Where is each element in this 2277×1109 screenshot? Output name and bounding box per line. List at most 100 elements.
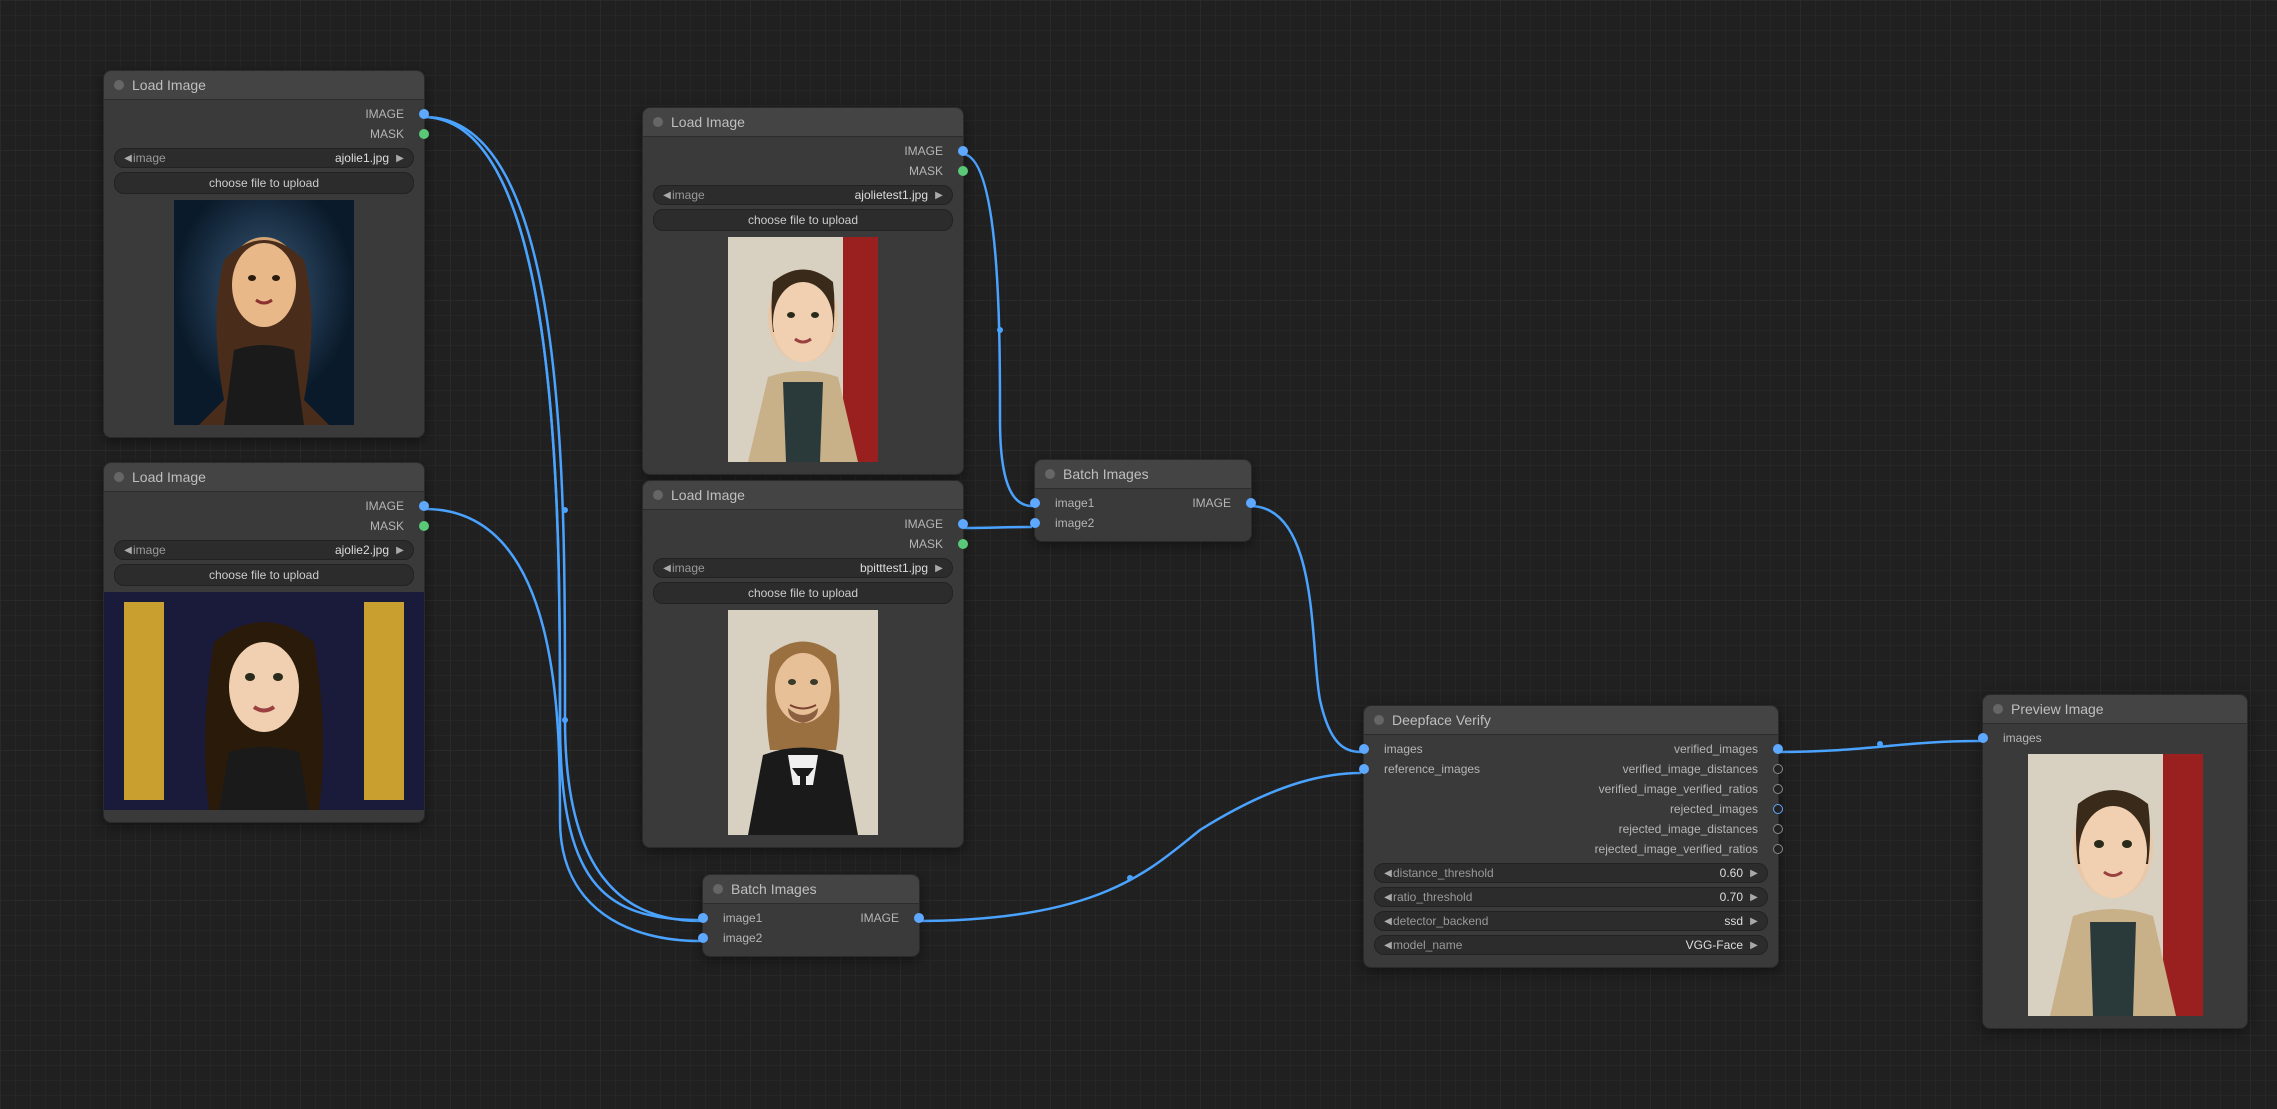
output-slot-rejected-images[interactable] — [1773, 804, 1783, 814]
input-label-images: images — [1374, 742, 1423, 756]
upload-button[interactable]: choose file to upload — [114, 564, 414, 586]
node-load-image-2[interactable]: Load Image IMAGE MASK ◀ image ajolie2.jp… — [103, 462, 425, 823]
chevron-right-icon: ▶ — [1749, 916, 1759, 927]
output-slot-verified-ratios[interactable] — [1773, 784, 1783, 794]
output-slot-image[interactable] — [1246, 498, 1256, 508]
collapse-icon[interactable] — [114, 472, 124, 482]
node-header[interactable]: Load Image — [104, 463, 424, 492]
output-slot-image[interactable] — [419, 109, 429, 119]
widget-value: ssd — [1494, 914, 1743, 928]
output-slot-image[interactable] — [419, 501, 429, 511]
chevron-right-icon: ▶ — [1749, 940, 1759, 951]
ratio-threshold-widget[interactable]: ◀ ratio_threshold 0.70 ▶ — [1374, 887, 1768, 907]
input-slot-reference-images[interactable] — [1359, 764, 1369, 774]
output-slot-mask[interactable] — [419, 521, 429, 531]
widget-value: ajolie2.jpg — [172, 543, 389, 557]
output-slot-image[interactable] — [958, 519, 968, 529]
input-slot-image1[interactable] — [1030, 498, 1040, 508]
chevron-right-icon: ▶ — [934, 563, 944, 574]
node-header[interactable]: Batch Images — [703, 875, 919, 904]
image-preview — [104, 592, 424, 810]
node-title: Load Image — [671, 114, 745, 130]
node-batch-images-2[interactable]: Batch Images image1 IMAGE image2 — [702, 874, 920, 957]
collapse-icon[interactable] — [713, 884, 723, 894]
output-slot-mask[interactable] — [958, 166, 968, 176]
node-batch-images-1[interactable]: Batch Images image1 IMAGE image2 — [1034, 459, 1252, 542]
chevron-left-icon: ◀ — [123, 153, 133, 164]
input-label-image1: image1 — [713, 911, 860, 925]
image-file-combo[interactable]: ◀ image ajolie1.jpg ▶ — [114, 148, 414, 168]
distance-threshold-widget[interactable]: ◀ distance_threshold 0.60 ▶ — [1374, 863, 1768, 883]
chevron-right-icon: ▶ — [934, 190, 944, 201]
chevron-right-icon: ▶ — [395, 545, 405, 556]
collapse-icon[interactable] — [114, 80, 124, 90]
node-graph-canvas[interactable]: Load Image IMAGE MASK ◀ image ajolie1.jp… — [0, 0, 2277, 1109]
chevron-left-icon: ◀ — [662, 190, 672, 201]
collapse-icon[interactable] — [653, 117, 663, 127]
upload-button[interactable]: choose file to upload — [653, 209, 953, 231]
node-header[interactable]: Load Image — [643, 108, 963, 137]
output-label-verified-ratios: verified_image_verified_ratios — [1374, 782, 1768, 796]
widget-name: ratio_threshold — [1393, 890, 1472, 904]
output-label-image: IMAGE — [860, 911, 909, 925]
output-label-verified-images: verified_images — [1423, 742, 1768, 756]
output-label-image: IMAGE — [653, 517, 953, 531]
node-header[interactable]: Deepface Verify — [1364, 706, 1778, 735]
input-slot-image1[interactable] — [698, 913, 708, 923]
detector-backend-widget[interactable]: ◀ detector_backend ssd ▶ — [1374, 911, 1768, 931]
node-deepface-verify[interactable]: Deepface Verify images verified_images r… — [1363, 705, 1779, 968]
output-slot-mask[interactable] — [419, 129, 429, 139]
output-slot-rejected-ratios[interactable] — [1773, 844, 1783, 854]
node-load-image-4[interactable]: Load Image IMAGE MASK ◀ image bpitttest1… — [642, 480, 964, 848]
widget-name: model_name — [1393, 938, 1462, 952]
widget-name: image — [133, 543, 166, 557]
image-preview — [643, 610, 963, 835]
output-slot-image[interactable] — [958, 146, 968, 156]
chevron-right-icon: ▶ — [395, 153, 405, 164]
widget-name: image — [133, 151, 166, 165]
image-file-combo[interactable]: ◀ image ajolie2.jpg ▶ — [114, 540, 414, 560]
input-slot-image2[interactable] — [1030, 518, 1040, 528]
output-label-mask: MASK — [653, 537, 953, 551]
node-header[interactable]: Batch Images — [1035, 460, 1251, 489]
node-header[interactable]: Preview Image — [1983, 695, 2247, 724]
collapse-icon[interactable] — [1993, 704, 2003, 714]
node-header[interactable]: Load Image — [643, 481, 963, 510]
model-name-widget[interactable]: ◀ model_name VGG-Face ▶ — [1374, 935, 1768, 955]
output-label-mask: MASK — [653, 164, 953, 178]
output-slot-mask[interactable] — [958, 539, 968, 549]
input-slot-images[interactable] — [1359, 744, 1369, 754]
output-slot-image[interactable] — [914, 913, 924, 923]
widget-value: bpitttest1.jpg — [711, 561, 928, 575]
output-label-image: IMAGE — [653, 144, 953, 158]
output-slot-verified-images[interactable] — [1773, 744, 1783, 754]
collapse-icon[interactable] — [1045, 469, 1055, 479]
image-file-combo[interactable]: ◀ image bpitttest1.jpg ▶ — [653, 558, 953, 578]
upload-button[interactable]: choose file to upload — [114, 172, 414, 194]
chevron-left-icon: ◀ — [662, 563, 672, 574]
collapse-icon[interactable] — [1374, 715, 1384, 725]
widget-name: detector_backend — [1393, 914, 1488, 928]
input-label-image2: image2 — [1045, 516, 1241, 530]
output-slot-verified-distances[interactable] — [1773, 764, 1783, 774]
input-slot-image2[interactable] — [698, 933, 708, 943]
output-slot-rejected-distances[interactable] — [1773, 824, 1783, 834]
collapse-icon[interactable] — [653, 490, 663, 500]
chevron-left-icon: ◀ — [123, 545, 133, 556]
node-preview-image[interactable]: Preview Image images — [1982, 694, 2248, 1029]
node-header[interactable]: Load Image — [104, 71, 424, 100]
widget-value: ajolie1.jpg — [172, 151, 389, 165]
upload-button[interactable]: choose file to upload — [653, 582, 953, 604]
input-slot-images[interactable] — [1978, 733, 1988, 743]
image-preview — [1983, 754, 2247, 1016]
node-load-image-1[interactable]: Load Image IMAGE MASK ◀ image ajolie1.jp… — [103, 70, 425, 438]
image-file-combo[interactable]: ◀ image ajolietest1.jpg ▶ — [653, 185, 953, 205]
chevron-right-icon: ▶ — [1749, 868, 1759, 879]
node-load-image-3[interactable]: Load Image IMAGE MASK ◀ image ajolietest… — [642, 107, 964, 475]
widget-value: 0.70 — [1478, 890, 1743, 904]
input-label-reference-images: reference_images — [1374, 762, 1480, 776]
node-title: Deepface Verify — [1392, 712, 1491, 728]
widget-name: image — [672, 188, 705, 202]
widget-value: 0.60 — [1500, 866, 1743, 880]
input-label-image1: image1 — [1045, 496, 1192, 510]
